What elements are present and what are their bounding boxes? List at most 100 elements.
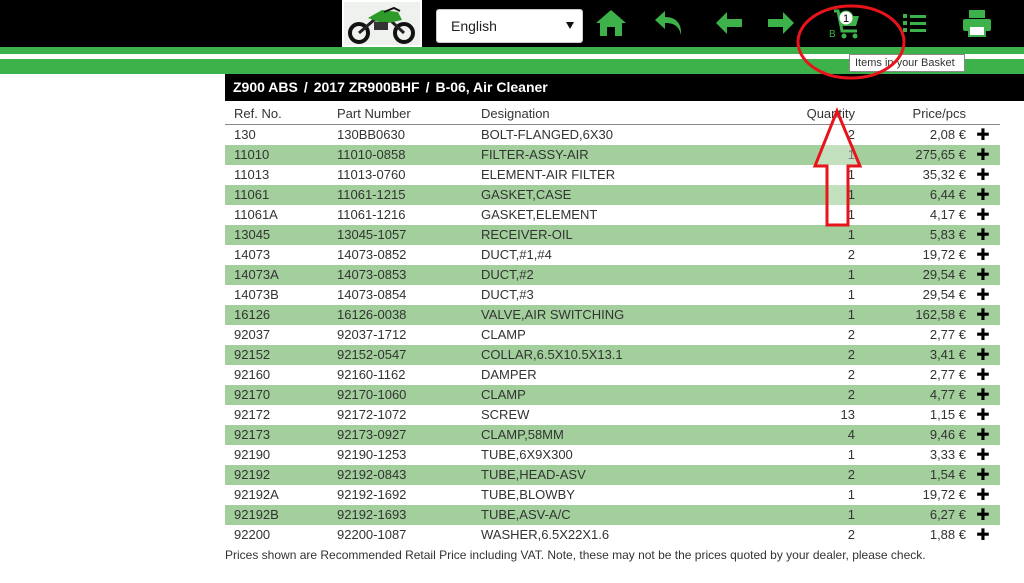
cell-price: 19,72 €: [922, 487, 966, 502]
cell-part-number: 92160-1162: [337, 367, 406, 382]
cell-price: 2,77 €: [929, 327, 966, 342]
cell-price: 4,17 €: [929, 207, 966, 222]
back-icon: [655, 11, 682, 35]
column-header-ref: Ref. No.: [225, 104, 337, 125]
column-header-price: Price/pcs: [855, 104, 966, 125]
cell-price: 6,27 €: [855, 504, 966, 525]
table-row: 14073 14073-0852 DUCT,#1,#4 2 19,72 € ✚: [225, 245, 1000, 265]
language-select[interactable]: English: [436, 9, 583, 43]
cell-ref: 92152: [225, 344, 337, 365]
cell-quantity: 1: [847, 487, 855, 502]
table-row: 14073B 14073-0854 DUCT,#3 1 29,54 € ✚: [225, 285, 1000, 305]
basket-letter: B: [829, 29, 836, 40]
cell-part-number: 92172-1072: [337, 407, 407, 422]
add-to-basket-icon[interactable]: ✚: [966, 504, 1000, 525]
cell-price: 1,54 €: [855, 464, 966, 485]
cell-quantity: 1: [847, 167, 855, 182]
basket-button[interactable]: 1 B: [826, 7, 864, 40]
caret-down-icon: [566, 22, 574, 29]
cell-designation: DAMPER: [481, 367, 537, 382]
add-to-basket-icon[interactable]: ✚: [966, 464, 1000, 485]
cell-designation: CLAMP: [481, 384, 771, 405]
previous-button[interactable]: [712, 7, 746, 39]
cell-part-number: 13045-1057: [337, 224, 481, 245]
home-button[interactable]: [594, 7, 628, 39]
parts-list-button[interactable]: [898, 7, 932, 39]
cell-quantity: 1: [771, 224, 855, 245]
breadcrumb-variant[interactable]: 2017 ZR900BHF: [314, 79, 420, 95]
green-stripe: [0, 47, 1024, 54]
cell-part-number: 92037-1712: [337, 327, 407, 342]
cell-part-number: 130BB0630: [337, 127, 405, 142]
cell-ref: 92200: [234, 527, 271, 542]
cell-ref: 130: [234, 127, 256, 142]
cell-ref: 14073A: [225, 264, 337, 285]
table-row: 92160 92160-1162 DAMPER 2 2,77 € ✚: [225, 365, 1000, 385]
cell-price: 9,46 €: [855, 424, 966, 445]
add-to-basket-icon[interactable]: ✚: [966, 285, 1000, 305]
add-to-basket-icon[interactable]: ✚: [966, 525, 1000, 545]
cell-part-number: 92152-0547: [337, 344, 481, 365]
breadcrumb-model[interactable]: Z900 ABS: [233, 79, 298, 95]
cell-quantity: 1: [847, 287, 855, 302]
cell-ref: 11013: [234, 167, 270, 182]
table-row: 14073A 14073-0853 DUCT,#2 1 29,54 € ✚: [225, 264, 1000, 285]
cell-quantity: 2: [847, 327, 855, 342]
add-to-basket-icon[interactable]: ✚: [966, 144, 1000, 165]
cell-quantity: 13: [840, 407, 855, 422]
motorcycle-icon: [344, 2, 420, 45]
add-to-basket-icon[interactable]: ✚: [966, 165, 1000, 185]
cell-ref: 14073B: [234, 287, 279, 302]
add-to-basket-icon[interactable]: ✚: [966, 304, 1000, 325]
cell-quantity: 2: [771, 344, 855, 365]
print-button[interactable]: [960, 7, 994, 39]
cell-designation: DUCT,#2: [481, 264, 771, 285]
breadcrumb: Z900 ABS / 2017 ZR900BHF / B-06, Air Cleaner: [225, 74, 1024, 101]
cell-price: 275,65 €: [855, 144, 966, 165]
cell-price: 1,88 €: [929, 527, 966, 542]
cell-part-number: 92173-0927: [337, 424, 481, 445]
cell-quantity: 1: [771, 144, 855, 165]
add-to-basket-icon[interactable]: ✚: [966, 485, 1000, 505]
motorcycle-thumbnail[interactable]: [342, 0, 422, 47]
next-button[interactable]: [764, 7, 798, 39]
add-to-basket-icon[interactable]: ✚: [966, 205, 1000, 225]
cell-designation: TUBE,ASV-A/C: [481, 504, 771, 525]
add-to-basket-icon[interactable]: ✚: [966, 124, 1000, 145]
cell-quantity: 1: [771, 504, 855, 525]
add-to-basket-icon[interactable]: ✚: [966, 245, 1000, 265]
add-to-basket-icon[interactable]: ✚: [966, 365, 1000, 385]
add-to-basket-icon[interactable]: ✚: [966, 384, 1000, 405]
add-to-basket-icon[interactable]: ✚: [966, 224, 1000, 245]
cell-price: 6,44 €: [855, 184, 966, 205]
cell-ref: 92160: [234, 367, 271, 382]
back-button[interactable]: [652, 7, 686, 39]
table-row: 13045 13045-1057 RECEIVER-OIL 1 5,83 € ✚: [225, 224, 1000, 245]
cell-price: 35,32 €: [922, 167, 966, 182]
add-to-basket-icon[interactable]: ✚: [966, 424, 1000, 445]
cell-designation: TUBE,BLOWBY: [481, 487, 575, 502]
print-icon: [963, 10, 991, 37]
cell-designation: CLAMP,58MM: [481, 424, 771, 445]
table-row: 11013 11013-0760 ELEMENT-AIR FILTER 1 35,32 …: [225, 165, 1000, 185]
cell-price: 2,08 €: [929, 127, 966, 142]
cell-part-number: 92170-1060: [337, 384, 481, 405]
cell-ref: 92190: [234, 447, 271, 462]
table-row: 130 130BB0630 BOLT-FLANGED,6X30 2 2,08 € ✚: [225, 124, 1000, 145]
add-to-basket-icon[interactable]: ✚: [966, 405, 1000, 425]
table-row: 16126 16126-0038 VALVE,AIR SWITCHING 1 162,5…: [225, 304, 1000, 325]
add-to-basket-icon[interactable]: ✚: [966, 344, 1000, 365]
list-icon: [903, 14, 926, 32]
cell-designation: GASKET,ELEMENT: [481, 207, 598, 222]
cell-part-number: 14073-0853: [337, 264, 481, 285]
add-to-basket-icon[interactable]: ✚: [966, 264, 1000, 285]
cell-price: 2,77 €: [929, 367, 966, 382]
add-to-basket-icon[interactable]: ✚: [966, 325, 1000, 345]
table-row: 11061A 11061-1216 GASKET,ELEMENT 1 4,17 € ✚: [225, 205, 1000, 225]
cell-designation: FILTER-ASSY-AIR: [481, 144, 771, 165]
cell-designation: BOLT-FLANGED,6X30: [481, 127, 613, 142]
cell-designation: COLLAR,6.5X10.5X13.1: [481, 344, 771, 365]
add-to-basket-icon[interactable]: ✚: [966, 445, 1000, 465]
add-to-basket-icon[interactable]: ✚: [966, 184, 1000, 205]
cell-part-number: 14073-0854: [337, 287, 407, 302]
